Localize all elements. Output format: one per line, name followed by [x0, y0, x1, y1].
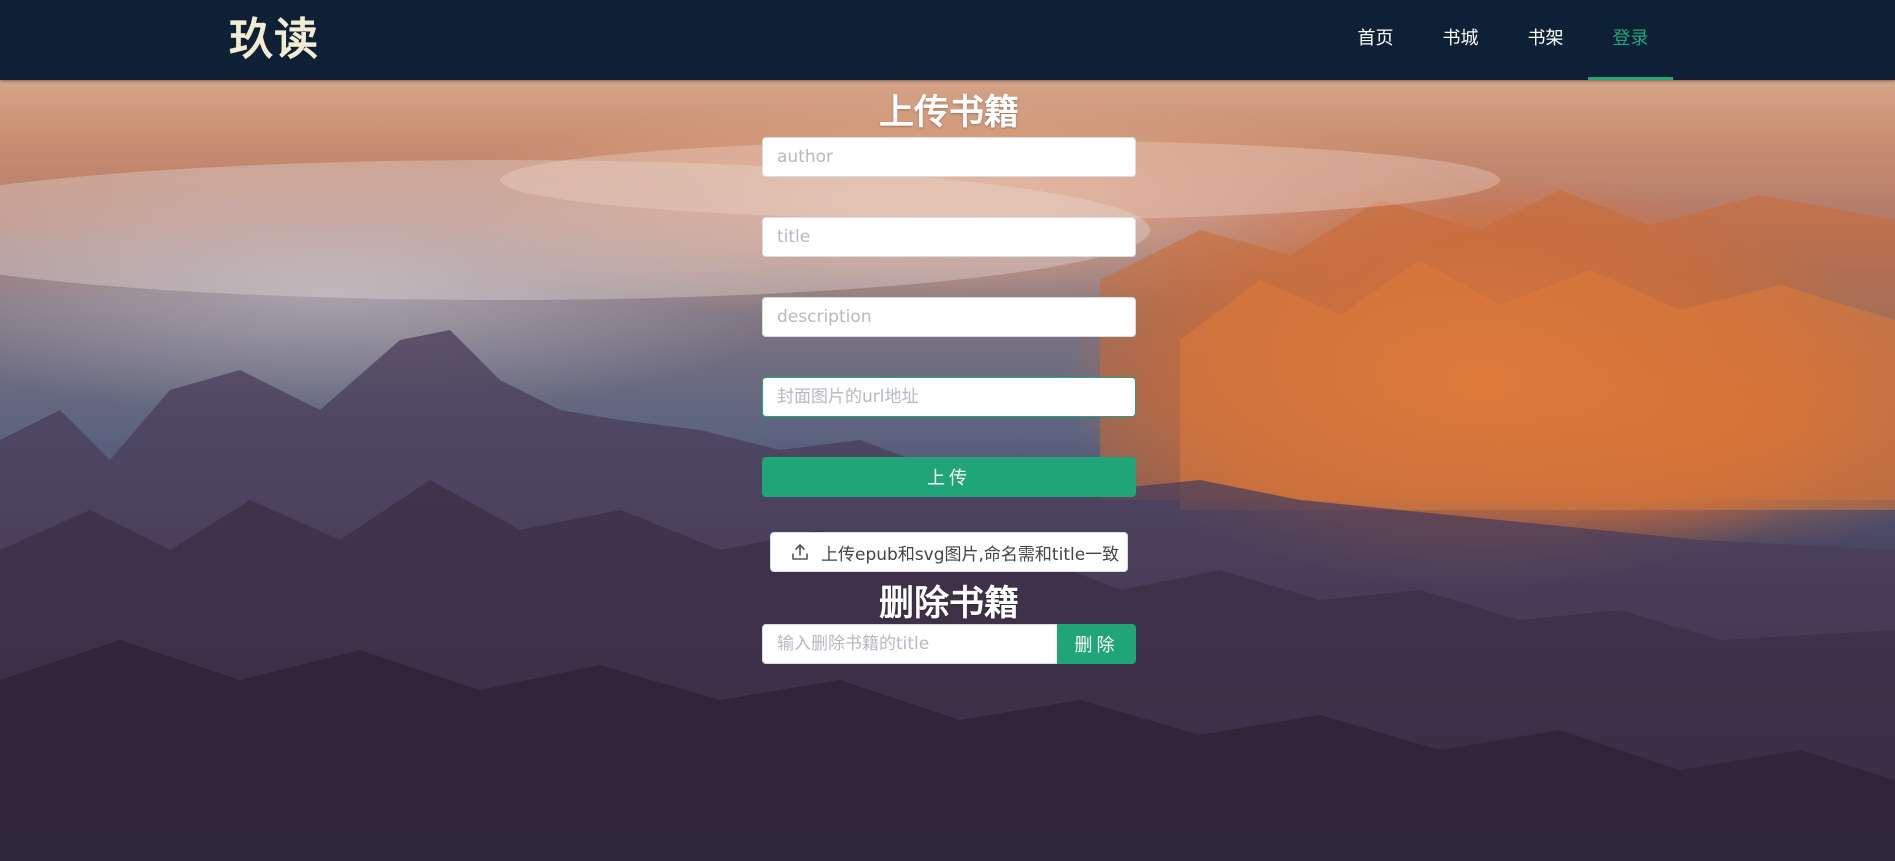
- main-nav: 首页 书城 书架 登录: [1333, 0, 1673, 80]
- cover-url-input[interactable]: [762, 377, 1136, 417]
- nav-item-bookshelf[interactable]: 书架: [1503, 0, 1588, 80]
- nav-item-login[interactable]: 登录: [1588, 0, 1673, 80]
- delete-button[interactable]: 删除: [1057, 624, 1136, 664]
- description-input[interactable]: [762, 297, 1136, 337]
- nav-item-bookstore[interactable]: 书城: [1418, 0, 1503, 80]
- author-input[interactable]: [762, 137, 1136, 177]
- file-upload-label: 上传epub和svg图片,命名需和title一致: [821, 544, 1120, 565]
- file-upload-button[interactable]: 上传epub和svg图片,命名需和title一致: [770, 532, 1128, 572]
- upload-submit-button[interactable]: 上传: [762, 457, 1136, 497]
- delete-title-input[interactable]: [762, 624, 1058, 664]
- top-navbar: 玖读 首页 书城 书架 登录: [0, 0, 1895, 80]
- upload-icon: [792, 544, 808, 560]
- site-logo[interactable]: 玖读: [229, 3, 319, 67]
- delete-books-heading: 删除书籍: [878, 584, 1019, 624]
- upload-books-heading: 上传书籍: [878, 93, 1019, 133]
- nav-item-home[interactable]: 首页: [1333, 0, 1418, 80]
- title-input[interactable]: [762, 217, 1136, 257]
